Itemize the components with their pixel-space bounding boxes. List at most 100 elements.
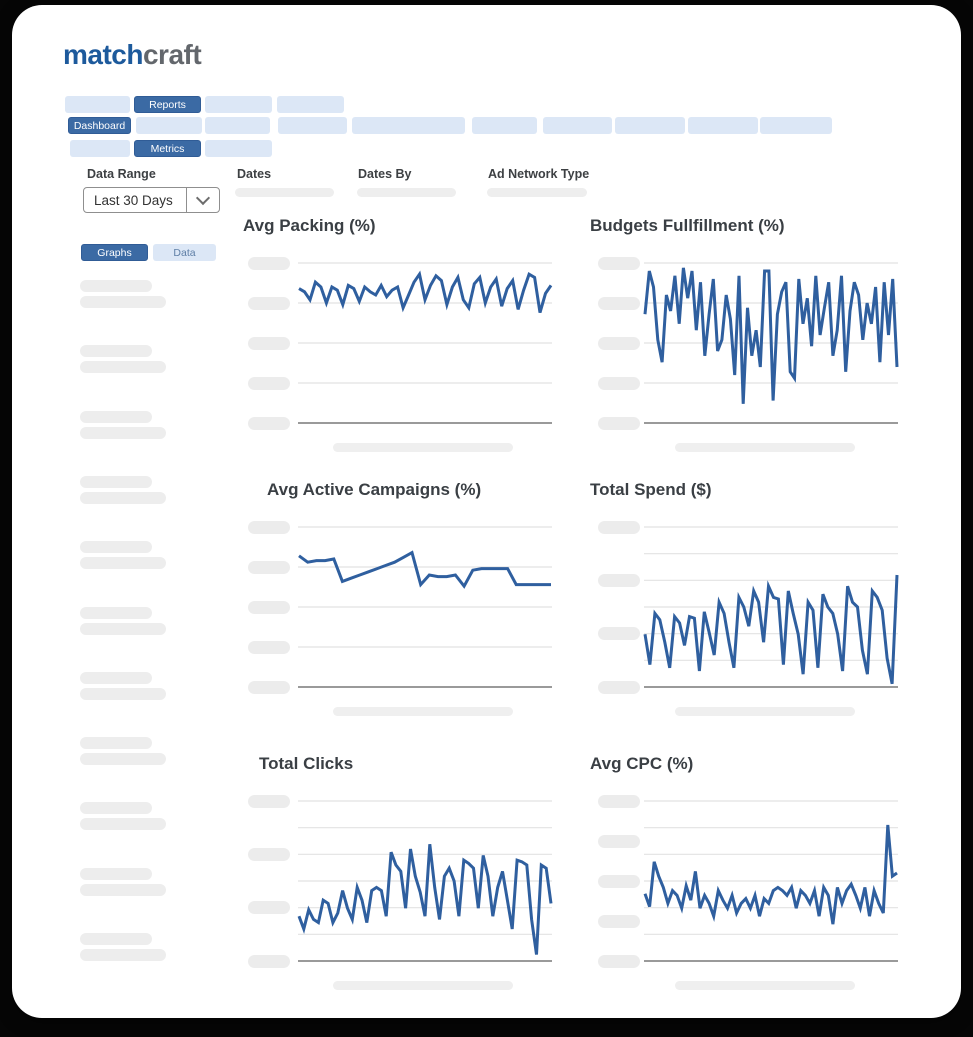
y-axis-label-skeleton <box>598 337 640 350</box>
sidebar-item-skeleton <box>80 557 166 569</box>
series-line <box>299 274 551 312</box>
nav-item-skeleton[interactable] <box>352 117 465 134</box>
x-axis-label-skeleton <box>333 981 513 990</box>
dashboard-card: matchcraft ReportsDashboardMetrics Data … <box>12 5 961 1018</box>
y-axis-label-skeleton <box>598 795 640 808</box>
line-chart-plot <box>644 525 898 691</box>
sidebar-item-skeleton <box>80 296 166 308</box>
y-axis-label-skeleton <box>248 795 290 808</box>
x-axis-label-skeleton <box>675 707 855 716</box>
nav-item-skeleton[interactable] <box>70 140 130 157</box>
x-axis-label-skeleton <box>675 981 855 990</box>
sidebar-item-skeleton <box>80 753 166 765</box>
chart-title: Budgets Fullfillment (%) <box>590 216 785 236</box>
y-axis-label-skeleton <box>248 257 290 270</box>
y-axis-label-skeleton <box>248 561 290 574</box>
ad-network-type-label: Ad Network Type <box>488 167 589 181</box>
y-axis-label-skeleton <box>248 337 290 350</box>
nav-item-skeleton[interactable] <box>65 96 130 113</box>
y-axis-label-skeleton <box>248 681 290 694</box>
sidebar-item-skeleton <box>80 818 166 830</box>
y-axis-label-skeleton <box>598 835 640 848</box>
y-axis-label-skeleton <box>248 377 290 390</box>
sidebar-item-skeleton <box>80 280 152 292</box>
nav-item-skeleton[interactable] <box>615 117 685 134</box>
line-chart-plot <box>298 525 552 691</box>
nav-item-skeleton[interactable] <box>205 140 272 157</box>
x-axis-label-skeleton <box>675 443 855 452</box>
y-axis-label-skeleton <box>248 601 290 614</box>
line-chart-plot <box>644 799 898 965</box>
data-range-select[interactable]: Last 30 Days <box>83 187 220 213</box>
sidebar-item-skeleton <box>80 361 166 373</box>
y-axis-label-skeleton <box>248 955 290 968</box>
nav-item-skeleton[interactable] <box>205 96 272 113</box>
nav-button-metrics[interactable]: Metrics <box>134 140 201 157</box>
logo-match: match <box>63 39 143 70</box>
nav-item-skeleton[interactable] <box>278 117 347 134</box>
y-axis-label-skeleton <box>598 257 640 270</box>
ad-network-type-value-skeleton <box>487 188 587 197</box>
dates-by-label: Dates By <box>358 167 412 181</box>
series-line <box>299 844 551 954</box>
chevron-down-icon[interactable] <box>186 188 219 212</box>
dates-by-value-skeleton <box>357 188 456 197</box>
y-axis-label-skeleton <box>598 417 640 430</box>
series-line <box>645 575 897 684</box>
y-axis-label-skeleton <box>248 417 290 430</box>
sidebar-item-skeleton <box>80 345 152 357</box>
logo-craft: craft <box>143 39 201 70</box>
nav-item-skeleton[interactable] <box>543 117 612 134</box>
chart-budgets-fullfillment: Budgets Fullfillment (%) <box>590 211 902 461</box>
y-axis-label-skeleton <box>248 297 290 310</box>
sidebar-item-skeleton <box>80 607 152 619</box>
sidebar-item-skeleton <box>80 492 166 504</box>
series-line <box>645 825 897 924</box>
nav-button-reports[interactable]: Reports <box>134 96 201 113</box>
chart-avg-active-campaigns: Avg Active Campaigns (%) <box>243 475 555 725</box>
nav-item-skeleton[interactable] <box>688 117 758 134</box>
chart-total-clicks: Total Clicks <box>243 749 555 999</box>
sidebar-item-skeleton <box>80 427 166 439</box>
x-axis-label-skeleton <box>333 443 513 452</box>
matchcraft-logo: matchcraft <box>63 39 201 71</box>
chart-title: Total Spend ($) <box>590 480 712 500</box>
y-axis-label-skeleton <box>248 521 290 534</box>
dates-label: Dates <box>237 167 271 181</box>
chart-title: Avg Active Campaigns (%) <box>267 480 481 500</box>
chart-title: Total Clicks <box>259 754 353 774</box>
tab-graphs[interactable]: Graphs <box>81 244 148 261</box>
nav-button-dashboard[interactable]: Dashboard <box>68 117 131 134</box>
sidebar-item-skeleton <box>80 737 152 749</box>
nav-item-skeleton[interactable] <box>136 117 202 134</box>
y-axis-label-skeleton <box>248 848 290 861</box>
nav-item-skeleton[interactable] <box>472 117 537 134</box>
sidebar-item-skeleton <box>80 672 152 684</box>
y-axis-label-skeleton <box>598 627 640 640</box>
line-chart-plot <box>298 261 552 427</box>
y-axis-label-skeleton <box>598 377 640 390</box>
y-axis-label-skeleton <box>598 297 640 310</box>
sidebar-item-skeleton <box>80 623 166 635</box>
y-axis-label-skeleton <box>598 955 640 968</box>
chart-total-spend: Total Spend ($) <box>590 475 902 725</box>
sidebar-item-skeleton <box>80 884 166 896</box>
chart-avg-packing: Avg Packing (%) <box>243 211 555 461</box>
dates-value-skeleton <box>235 188 334 197</box>
nav-item-skeleton[interactable] <box>760 117 832 134</box>
line-chart-plot <box>298 799 552 965</box>
y-axis-label-skeleton <box>248 641 290 654</box>
series-line <box>299 553 551 587</box>
nav-item-skeleton[interactable] <box>205 117 270 134</box>
sidebar-item-skeleton <box>80 541 152 553</box>
y-axis-label-skeleton <box>598 521 640 534</box>
y-axis-label-skeleton <box>598 915 640 928</box>
x-axis-label-skeleton <box>333 707 513 716</box>
tab-data[interactable]: Data <box>153 244 216 261</box>
sidebar-item-skeleton <box>80 868 152 880</box>
nav-item-skeleton[interactable] <box>277 96 344 113</box>
chart-title: Avg Packing (%) <box>243 216 376 236</box>
sidebar-item-skeleton <box>80 411 152 423</box>
line-chart-plot <box>644 261 898 427</box>
sidebar-item-skeleton <box>80 949 166 961</box>
